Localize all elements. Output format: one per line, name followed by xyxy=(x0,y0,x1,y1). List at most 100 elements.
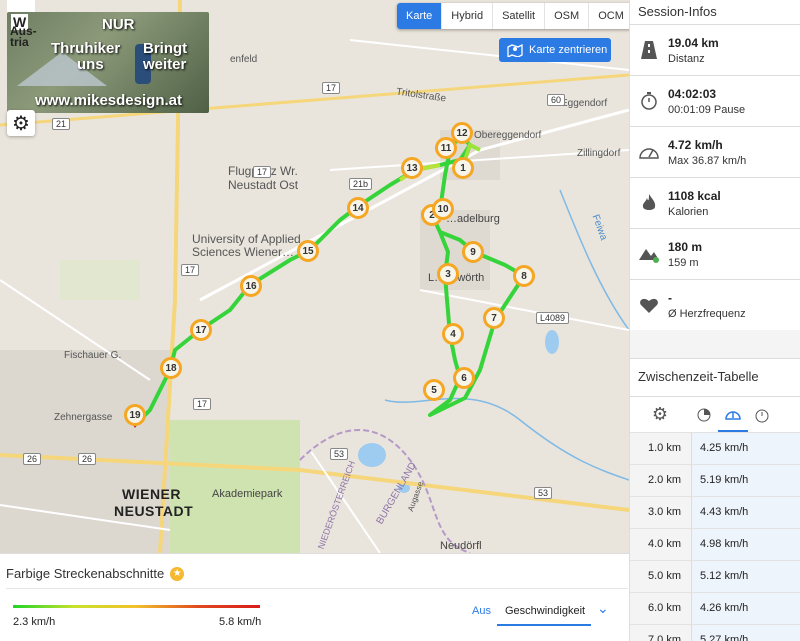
star-icon[interactable]: ★ xyxy=(170,566,185,581)
map-type-hybrid[interactable]: Hybrid xyxy=(442,3,494,29)
split-value: 5.19 km/h xyxy=(691,465,800,496)
label-zehnergasse: Zehnergasse xyxy=(54,412,113,423)
split-value: 4.98 km/h xyxy=(691,529,800,560)
legend-title: Farbige Streckenabschnitte ★ xyxy=(6,566,185,581)
road-shield: 17 xyxy=(193,398,212,410)
stat-value: 04:02:03 xyxy=(668,86,717,101)
stat-distance: 19.04 km Distanz xyxy=(630,24,800,75)
stat-value: 180 m xyxy=(668,239,703,254)
road-shield: 60 xyxy=(547,94,566,106)
road-icon xyxy=(638,39,660,61)
split-km: 4.0 km xyxy=(630,529,691,560)
split-value: 4.26 km/h xyxy=(691,593,800,624)
table-row: 7.0 km 5.27 km/h xyxy=(630,624,800,641)
map-type-ocm[interactable]: OCM xyxy=(589,3,629,29)
gradient-min: 2.3 km/h xyxy=(13,616,56,628)
map-type-osm[interactable]: OSM xyxy=(545,3,590,29)
stat-calories: 1108 kcal Kalorien xyxy=(630,177,800,228)
session-sidebar: Session-Infos 19.04 km Distanz 04:02:03 00… xyxy=(629,0,800,641)
route-marker[interactable]: 18 xyxy=(160,357,182,379)
toggle-off-link[interactable]: Aus xyxy=(472,605,491,617)
split-km: 1.0 km xyxy=(630,433,691,464)
road-shield: 21 xyxy=(52,118,71,130)
route-marker[interactable]: 4 xyxy=(442,323,464,345)
speedometer-icon xyxy=(638,141,660,163)
route-marker[interactable]: 3 xyxy=(437,263,459,285)
logo-nur: NUR xyxy=(102,16,135,33)
center-map-button[interactable]: Karte zentrieren xyxy=(499,38,611,62)
mountain-icon xyxy=(638,243,660,265)
gear-icon[interactable]: ⚙ xyxy=(630,397,690,432)
splits-title: Zwischenzeit-Tabelle xyxy=(630,358,800,396)
stopwatch-icon[interactable] xyxy=(748,397,776,432)
route-marker[interactable]: 1 xyxy=(452,157,474,179)
mikesdesign-logo[interactable]: W Aus- tria NUR Thruhiker uns Bringt wei… xyxy=(7,12,209,113)
route-marker[interactable]: 10 xyxy=(432,198,454,220)
stat-value: 1108 kcal xyxy=(668,188,721,203)
table-row: 2.0 km 5.19 km/h xyxy=(630,464,800,496)
speedometer-icon[interactable] xyxy=(718,397,748,432)
split-km: 7.0 km xyxy=(630,625,691,641)
label-uni-1: University of Applied xyxy=(192,232,301,246)
pace-icon[interactable] xyxy=(690,397,718,432)
stat-label: Ø Herzfrequenz xyxy=(668,307,746,320)
stat-value: 4.72 km/h xyxy=(668,137,723,152)
road-shield: 21b xyxy=(349,178,373,190)
route-marker[interactable]: 5 xyxy=(423,379,445,401)
stat-label: 159 m xyxy=(668,256,699,269)
table-row: 3.0 km 4.43 km/h xyxy=(630,496,800,528)
flame-icon xyxy=(638,192,660,214)
color-legend-panel: Farbige Streckenabschnitte ★ 2.3 km/h 5.… xyxy=(0,553,629,641)
stat-label: Distanz xyxy=(668,52,705,65)
metric-select[interactable]: Geschwindigkeit xyxy=(497,598,591,626)
label-enfeld: enfeld xyxy=(230,54,258,65)
table-row: 6.0 km 4.26 km/h xyxy=(630,592,800,624)
map-type-satellit[interactable]: Satellit xyxy=(493,3,546,29)
stat-value: - xyxy=(668,290,672,305)
center-map-label: Karte zentrieren xyxy=(529,44,608,56)
split-value: 5.27 km/h xyxy=(691,625,800,641)
speed-gradient-bar xyxy=(13,605,260,608)
route-marker[interactable]: 14 xyxy=(347,197,369,219)
splits-tabs: ⚙ xyxy=(630,396,800,432)
heart-icon xyxy=(638,294,660,316)
route-marker[interactable]: 17 xyxy=(190,319,212,341)
label-fischauer: Fischauer G. xyxy=(64,350,122,361)
road-shield: 17 xyxy=(181,264,200,276)
route-marker[interactable]: 6 xyxy=(453,367,475,389)
logo-austria: Aus- tria xyxy=(10,24,37,49)
road-shield: 26 xyxy=(23,453,42,465)
label-flugplatz-2: Neustadt Ost xyxy=(228,178,299,192)
road-shield-l4089: L4089 xyxy=(536,312,570,324)
split-km: 6.0 km xyxy=(630,593,691,624)
label-akademiepark: Akademiepark xyxy=(212,488,283,500)
chevron-down-icon[interactable]: ⌄ xyxy=(597,600,609,617)
label-uni-2: Sciences Wiener… xyxy=(192,245,295,259)
route-marker[interactable]: 7 xyxy=(483,307,505,329)
divider xyxy=(6,588,628,589)
split-km: 5.0 km xyxy=(630,561,691,592)
stopwatch-icon xyxy=(638,90,660,112)
route-marker[interactable]: 19 xyxy=(124,404,146,426)
split-value: 4.43 km/h xyxy=(691,497,800,528)
road-shield: 53 xyxy=(330,448,349,460)
map-pin-icon xyxy=(507,43,523,57)
label-neudoerfl: Neudörfl xyxy=(440,540,482,552)
road-shield: 26 xyxy=(78,453,97,465)
route-marker[interactable]: 15 xyxy=(297,240,319,262)
gear-icon: ⚙ xyxy=(12,112,30,135)
logo-weiter: weiter xyxy=(143,56,187,73)
settings-button[interactable]: ⚙ xyxy=(7,110,35,136)
stat-label: Kalorien xyxy=(668,205,709,218)
route-marker[interactable]: 13 xyxy=(401,157,423,179)
logo-url: www.mikesdesign.at xyxy=(35,92,182,109)
table-row: 4.0 km 4.98 km/h xyxy=(630,528,800,560)
map-view[interactable]: Eggendorf Obereggendorf Zillingdorf Trit… xyxy=(0,0,629,553)
route-marker[interactable]: 12 xyxy=(451,122,473,144)
map-type-karte[interactable]: Karte xyxy=(397,3,443,29)
label-wiener: WIENER xyxy=(122,486,181,502)
route-marker[interactable]: 16 xyxy=(240,275,262,297)
session-title: Session-Infos xyxy=(630,0,800,24)
route-marker[interactable]: 8 xyxy=(513,265,535,287)
route-marker[interactable]: 9 xyxy=(462,241,484,263)
